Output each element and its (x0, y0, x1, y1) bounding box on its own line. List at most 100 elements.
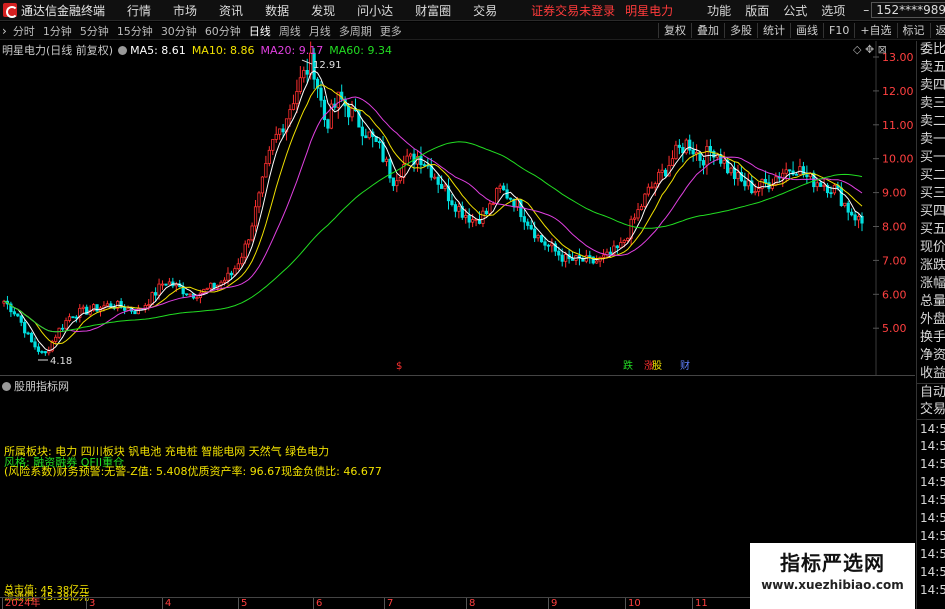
candle-body (74, 316, 78, 319)
candle-body (805, 174, 809, 178)
risk-info: (风险系数)财务预警:无警-Z值: 5.408优质资产率: 96.67现金负债比… (4, 465, 382, 478)
candle-body (822, 184, 826, 187)
period-15min[interactable]: 15分钟 (117, 23, 153, 39)
period-5min[interactable]: 5分钟 (80, 23, 109, 39)
candle-body (212, 282, 216, 289)
candle-body (422, 164, 426, 167)
candle-body (43, 351, 47, 354)
ma10-value: MA10: 8.86 (191, 43, 255, 57)
overlay-button[interactable]: 叠加 (691, 23, 724, 38)
watermark-title: 指标严选网 (780, 551, 885, 575)
candle-body (484, 210, 489, 215)
candle-body (832, 184, 837, 194)
candle-body (243, 243, 247, 258)
chart-controls[interactable]: ◇ ✥ ⊠ (853, 43, 887, 56)
candle-body (398, 177, 402, 182)
quote-panel: 委比 卖五 卖四 卖三 卖二 卖一 买一 买二 买三 买四 买五 现价 涨跌 涨幅 总量 外盘 换手 净资 收益 自动… (916, 41, 945, 609)
candle-body (688, 139, 692, 151)
period-tick[interactable]: 分时 (13, 23, 35, 39)
menu-market[interactable]: 市场 (173, 2, 197, 19)
candle-body (291, 103, 296, 110)
candle-body (546, 244, 551, 247)
y-tick-label: 10.00 (882, 153, 914, 166)
multi-stock-button[interactable]: 多股 (724, 23, 757, 38)
draw-line-button[interactable]: 画线 (790, 23, 823, 38)
candle-body (495, 188, 499, 204)
period-more[interactable]: 更多 (380, 23, 402, 39)
period-30min[interactable]: 30分钟 (161, 23, 197, 39)
candle-body (23, 321, 27, 334)
menu-layout[interactable]: 版面 (745, 2, 769, 19)
period-multi[interactable]: 多周期 (339, 23, 372, 39)
settings-dot-icon[interactable] (2, 381, 11, 391)
back-button[interactable]: 返回 (929, 23, 945, 38)
candle-body (160, 283, 165, 286)
quote-tab-1[interactable]: 交易 (917, 401, 945, 419)
adjust-button[interactable]: 复权 (658, 23, 691, 38)
period-60min[interactable]: 60分钟 (205, 23, 241, 39)
tick-time: 14:56 (917, 419, 945, 437)
menu-ask[interactable]: 问小达 (357, 2, 393, 19)
quote-field-1: 卖五 (920, 60, 945, 75)
candle-body (653, 183, 657, 188)
period-monthly[interactable]: 月线 (309, 23, 331, 39)
candle-body (123, 307, 127, 311)
kline-chart-svg[interactable]: 13.0012.0011.0010.009.008.007.006.005.00… (0, 41, 915, 375)
candle-body (608, 251, 613, 255)
candle-body (829, 192, 833, 195)
menu-function[interactable]: 功能 (707, 2, 731, 19)
quote-tab-0[interactable]: 自动 (917, 383, 945, 401)
menu-discover[interactable]: 发现 (311, 2, 335, 19)
menu-trade[interactable]: 交易 (473, 2, 497, 19)
chevron-right-icon[interactable]: › (2, 24, 7, 38)
menu-wealth[interactable]: 财富圈 (415, 2, 451, 19)
kline-chart[interactable]: 13.00 12.00 11.00 10.00 9.00 8.00 7.00 6.00 5.00… (0, 41, 915, 375)
candle-body (209, 282, 213, 289)
quote-field-8: 买三 (920, 186, 945, 201)
period-weekly[interactable]: 周线 (279, 23, 301, 39)
mark-button[interactable]: 标记 (896, 23, 930, 38)
menu-data[interactable]: 数据 (265, 2, 289, 19)
candle-body (508, 197, 513, 200)
menu-quotes[interactable]: 行情 (127, 2, 151, 19)
quote-field-0: 委比 (920, 42, 945, 57)
add-watchlist-button[interactable]: +自选 (854, 23, 896, 38)
candle-body (433, 176, 437, 179)
candle-body (708, 145, 712, 152)
candle-body (626, 237, 630, 241)
candle-body (377, 141, 382, 144)
stats-button[interactable]: 统计 (757, 23, 790, 38)
app-window: 通达信金融终端 行情 市场 资讯 数据 发现 问小达 财富圈 交易 证券交易未登… (0, 0, 945, 609)
minimize-icon[interactable]: – (863, 3, 869, 17)
candle-body (798, 166, 802, 175)
candle-body (147, 304, 151, 307)
candle-body (16, 313, 20, 317)
candle-body (763, 178, 768, 184)
candle-body (850, 211, 854, 216)
x-tick-label: 10 (625, 598, 641, 609)
candle-body (474, 219, 478, 221)
y-tick-label: 9.00 (882, 187, 907, 200)
user-account[interactable]: 152****9892 (871, 2, 945, 18)
indicator-title-row[interactable]: 股朋指标网 (2, 378, 69, 394)
candle-body (305, 70, 309, 75)
menu-options[interactable]: 选项 (821, 2, 845, 19)
candle-body (236, 263, 240, 270)
period-daily[interactable]: 日线 (249, 23, 271, 39)
settings-dot-icon[interactable] (118, 45, 128, 55)
app-logo-icon (3, 3, 18, 18)
y-tick-label: 8.00 (882, 221, 907, 234)
period-1min[interactable]: 1分钟 (43, 23, 72, 39)
candle-body (240, 256, 244, 265)
candle-body (674, 144, 678, 160)
candle-body (250, 225, 254, 241)
menu-formula[interactable]: 公式 (783, 2, 807, 19)
quote-field-3: 卖三 (920, 96, 945, 111)
f10-button[interactable]: F10 (823, 23, 854, 38)
quote-field-17: 净资 (920, 348, 945, 363)
login-status[interactable]: 证券交易未登录 (531, 2, 615, 19)
menu-news[interactable]: 资讯 (219, 2, 243, 19)
candle-body (109, 303, 113, 308)
candle-body (409, 153, 413, 157)
candle-body (419, 156, 423, 166)
